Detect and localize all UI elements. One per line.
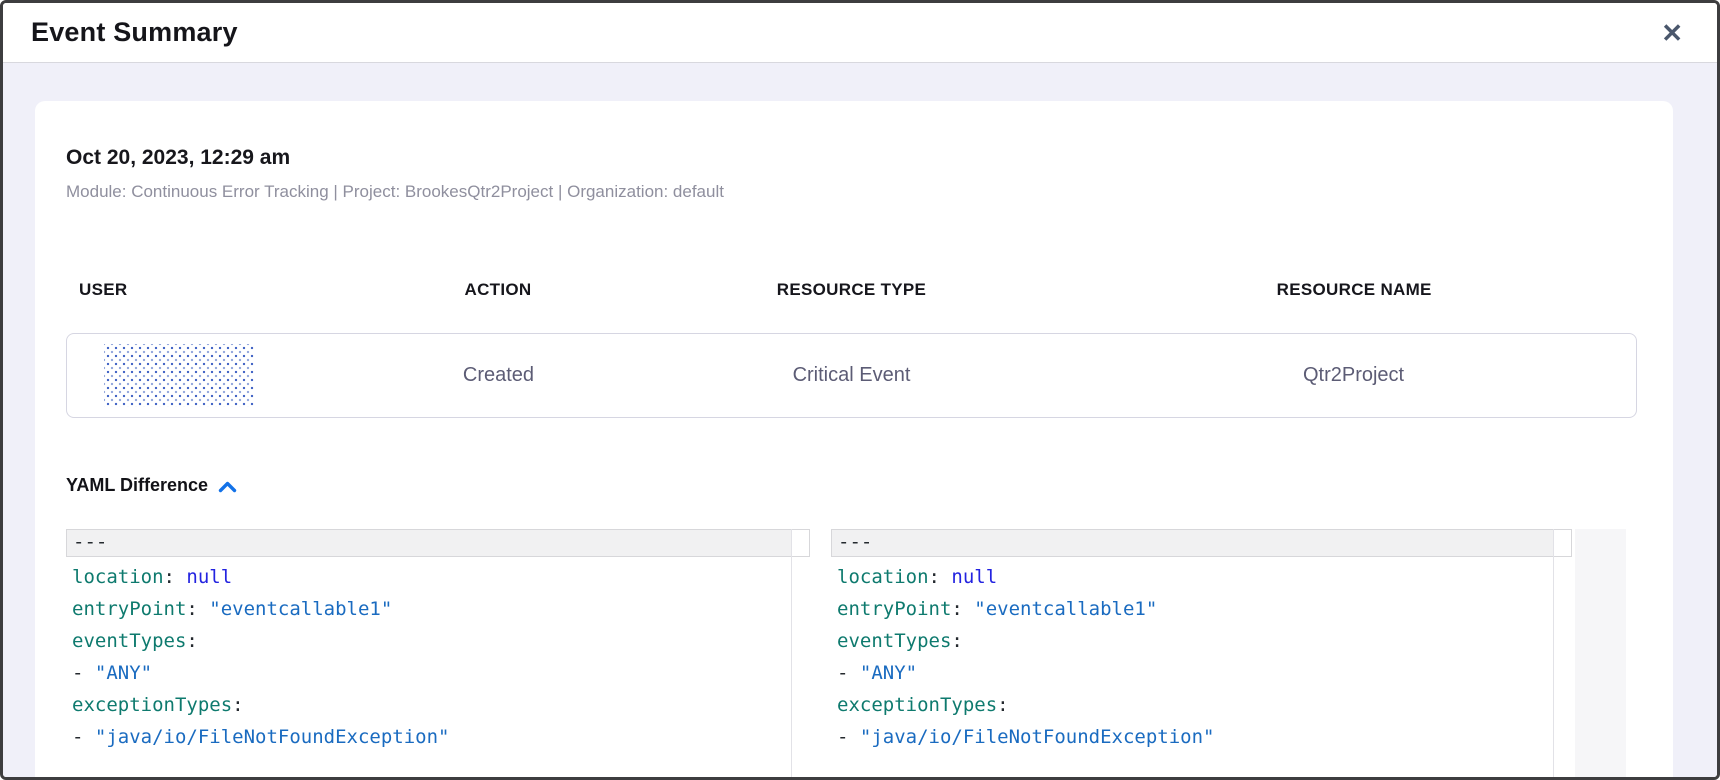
- col-header-action: ACTION: [364, 280, 631, 300]
- event-timestamp: Oct 20, 2023, 12:29 am: [66, 145, 1637, 171]
- yaml-diff-panel-right: --- location: nullentryPoint: "eventcall…: [831, 529, 1572, 777]
- cell-action: Created: [365, 364, 632, 387]
- event-card: Oct 20, 2023, 12:29 am Module: Continuou…: [35, 101, 1673, 777]
- table-header-row: USER ACTION RESOURCE TYPE RESOURCE NAME: [66, 280, 1637, 300]
- yaml-code-area-right[interactable]: --- location: nullentryPoint: "eventcall…: [831, 529, 1554, 777]
- diff-gutter-cell: [792, 529, 810, 557]
- close-icon: ✕: [1661, 18, 1683, 48]
- redacted-user-avatar: [104, 344, 254, 407]
- col-header-resource-name: RESOURCE NAME: [1071, 280, 1637, 300]
- diff-gutter-left: [792, 529, 810, 777]
- chevron-up-icon: [218, 481, 237, 493]
- yaml-code-right: location: nullentryPoint: "eventcallable…: [831, 557, 1553, 753]
- yaml-doc-separator: ---: [831, 529, 1553, 557]
- yaml-diff-panel-left: --- location: nullentryPoint: "eventcall…: [66, 529, 810, 777]
- event-meta: Module: Continuous Error Tracking | Proj…: [66, 181, 1637, 202]
- col-header-resource-type: RESOURCE TYPE: [632, 280, 1072, 300]
- modal-body: Oct 20, 2023, 12:29 am Module: Continuou…: [3, 63, 1717, 777]
- close-button[interactable]: ✕: [1657, 18, 1687, 48]
- diff-scroll-track[interactable]: [1575, 529, 1626, 777]
- cell-resource-type: Critical Event: [632, 364, 1071, 387]
- yaml-diff-viewer: --- location: nullentryPoint: "eventcall…: [66, 529, 1637, 777]
- cell-resource-name: Qtr2Project: [1071, 364, 1636, 387]
- col-header-user: USER: [66, 280, 364, 300]
- yaml-code-area-left[interactable]: --- location: nullentryPoint: "eventcall…: [66, 529, 792, 777]
- table-row: Created Critical Event Qtr2Project: [66, 333, 1637, 418]
- event-summary-modal: Event Summary ✕ Oct 20, 2023, 12:29 am M…: [0, 0, 1720, 780]
- yaml-difference-toggle[interactable]: YAML Difference: [66, 475, 237, 496]
- diff-gutter-right: [1554, 529, 1572, 777]
- cell-user: [67, 344, 365, 407]
- yaml-code-left: location: nullentryPoint: "eventcallable…: [66, 557, 791, 753]
- modal-header: Event Summary ✕: [3, 3, 1717, 63]
- yaml-difference-label: YAML Difference: [66, 475, 208, 496]
- modal-title: Event Summary: [31, 17, 238, 48]
- yaml-doc-separator: ---: [66, 529, 791, 557]
- diff-gutter-cell: [1554, 529, 1572, 557]
